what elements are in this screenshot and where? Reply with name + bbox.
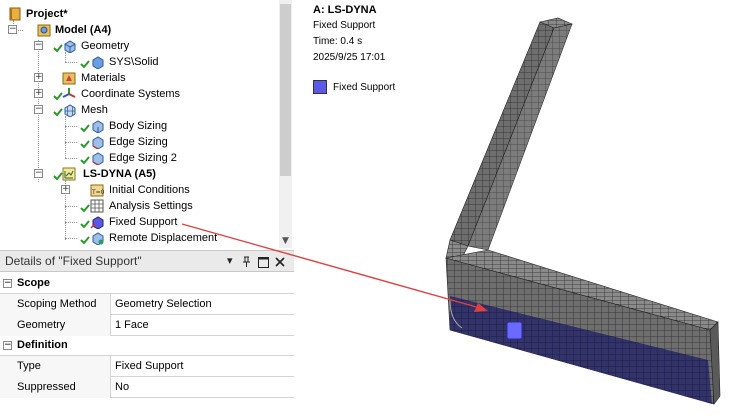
annotation-arrow [181,223,488,312]
